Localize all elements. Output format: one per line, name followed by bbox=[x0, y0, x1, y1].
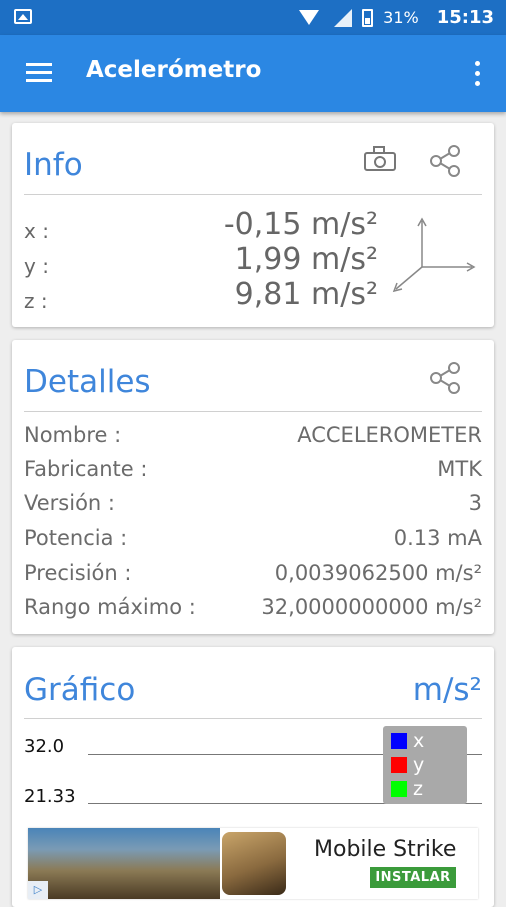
z-label: z : bbox=[24, 289, 48, 313]
share-icon[interactable] bbox=[428, 144, 462, 178]
graph-legend: x y z bbox=[383, 726, 467, 804]
y-value: 1,99 m/s² bbox=[234, 242, 378, 277]
legend-item-x: x bbox=[391, 730, 424, 752]
info-title: Info bbox=[24, 147, 83, 183]
graph-unit: m/s² bbox=[412, 672, 482, 708]
tick-label: 32.0 bbox=[24, 736, 65, 757]
signal-icon bbox=[330, 8, 353, 27]
info-card: Info x : -0,15 m/s² y : 1,99 m/s² z : 9,… bbox=[12, 123, 494, 327]
ad-install-button[interactable]: INSTALAR bbox=[370, 867, 456, 888]
resolution-label: Precisión : bbox=[24, 561, 132, 585]
details-divider bbox=[24, 411, 482, 412]
clock: 15:13 bbox=[436, 7, 494, 28]
ad-app-name[interactable]: Mobile Strike bbox=[314, 837, 456, 862]
y-label: y : bbox=[24, 254, 49, 278]
legend-swatch-z bbox=[391, 781, 407, 797]
tick-label: 21.33 bbox=[24, 786, 76, 807]
hamburger-menu-icon[interactable] bbox=[26, 63, 52, 83]
info-divider bbox=[24, 194, 482, 195]
axes-diagram-icon bbox=[392, 217, 476, 293]
app-title: Acelerómetro bbox=[86, 57, 262, 83]
battery-icon bbox=[362, 8, 374, 27]
version-label: Versión : bbox=[24, 491, 115, 515]
power-label: Potencia : bbox=[24, 526, 128, 550]
details-title: Detalles bbox=[24, 364, 151, 400]
graph-title: Gráfico bbox=[24, 672, 136, 708]
legend-item-z: z bbox=[391, 778, 423, 800]
camera-icon[interactable] bbox=[364, 146, 398, 172]
status-icons: 31% 15:13 bbox=[298, 0, 494, 35]
power-value: 0.13 mA bbox=[393, 526, 482, 550]
app-bar: Acelerómetro bbox=[0, 35, 506, 112]
legend-item-y: y bbox=[391, 754, 424, 776]
version-value: 3 bbox=[468, 491, 482, 515]
ad-banner[interactable]: Mobile Strike INSTALAR ▷ bbox=[28, 828, 478, 899]
wifi-icon bbox=[298, 9, 320, 26]
gallery-notification-icon bbox=[14, 9, 32, 24]
details-share-icon[interactable] bbox=[428, 361, 462, 395]
battery-percent: 31% bbox=[383, 8, 419, 27]
status-bar: 31% 15:13 bbox=[0, 0, 506, 35]
vendor-value: MTK bbox=[437, 457, 482, 481]
x-value: -0,15 m/s² bbox=[223, 207, 378, 242]
name-label: Nombre : bbox=[24, 423, 122, 447]
name-value: ACCELEROMETER bbox=[297, 423, 482, 447]
ad-hero-image[interactable] bbox=[28, 828, 220, 899]
overflow-menu-icon[interactable] bbox=[472, 59, 482, 89]
ad-app-icon[interactable] bbox=[220, 830, 288, 897]
max-range-value: 32,0000000000 m/s² bbox=[261, 595, 482, 619]
details-card: Detalles Nombre : ACCELEROMETER Fabrican… bbox=[12, 340, 494, 634]
legend-swatch-x bbox=[391, 733, 407, 749]
max-range-label: Rango máximo : bbox=[24, 595, 196, 619]
x-label: x : bbox=[24, 219, 49, 243]
adchoices-icon[interactable]: ▷ bbox=[28, 881, 48, 899]
vendor-label: Fabricante : bbox=[24, 457, 148, 481]
graph-divider bbox=[24, 718, 482, 719]
resolution-value: 0,0039062500 m/s² bbox=[274, 561, 482, 585]
legend-swatch-y bbox=[391, 757, 407, 773]
z-value: 9,81 m/s² bbox=[234, 277, 378, 312]
